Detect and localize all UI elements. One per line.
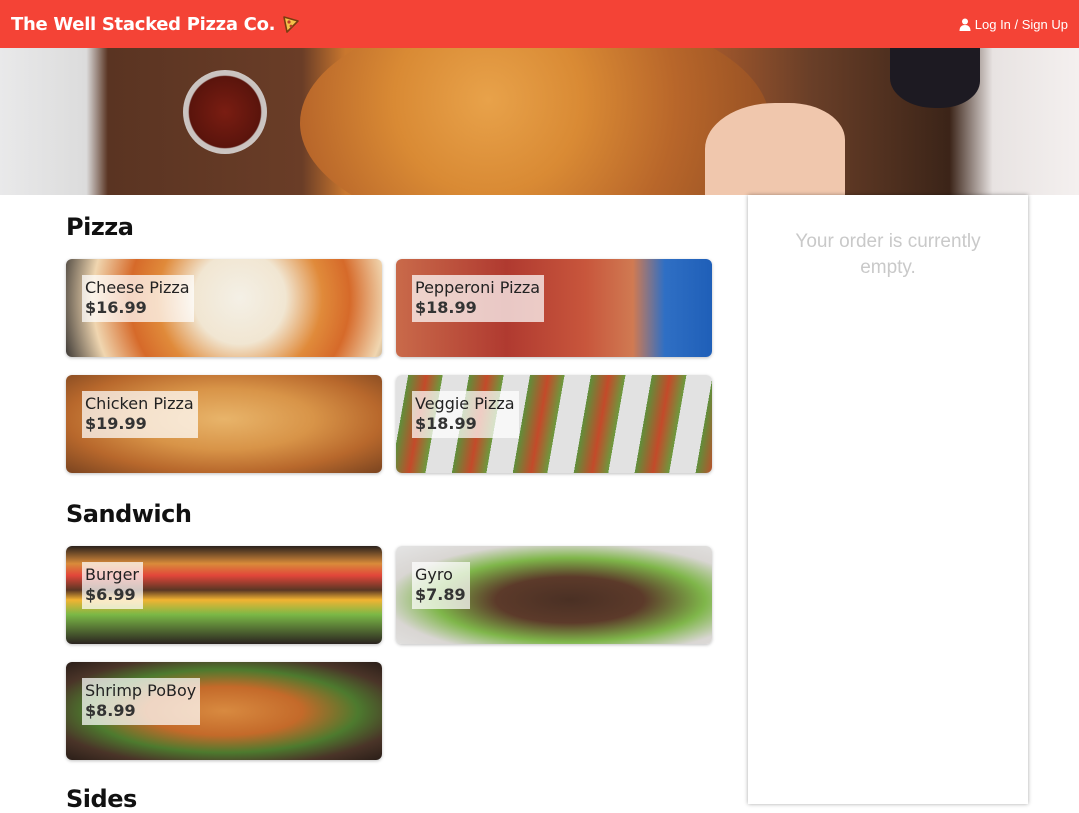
hero-hand-graphic (705, 103, 845, 195)
item-price: $6.99 (85, 585, 136, 604)
pizza-slice-icon (283, 16, 299, 33)
item-price: $19.99 (85, 414, 147, 433)
brand-name: The Well Stacked Pizza Co. (11, 13, 276, 35)
section-title: Sandwich (66, 500, 192, 528)
item-label: Shrimp PoBoy $8.99 (82, 678, 201, 725)
login-label: Log In / Sign Up (974, 16, 1068, 32)
item-name: Veggie Pizza (415, 394, 515, 413)
menu-item-cheese-pizza[interactable]: Cheese Pizza $16.99 (66, 259, 382, 357)
item-label: Chicken Pizza $19.99 (82, 391, 198, 438)
menu-section-sandwich: Sandwich Burger $6.99 Gyro $7.89 Shrimp … (66, 500, 716, 760)
item-name: Gyro (415, 565, 453, 584)
menu-item-veggie-pizza[interactable]: Veggie Pizza $18.99 (396, 375, 712, 473)
brand-link[interactable]: The Well Stacked Pizza Co. (11, 14, 301, 35)
item-name: Pepperoni Pizza (415, 278, 541, 297)
user-icon (959, 18, 971, 31)
item-label: Cheese Pizza $16.99 (82, 275, 194, 322)
menu-section-sides: Sides (66, 785, 716, 813)
item-price: $18.99 (415, 414, 477, 433)
menu-section-pizza: Pizza Cheese Pizza $16.99 Pepperoni Pizz… (66, 213, 716, 473)
item-price: $18.99 (415, 298, 477, 317)
item-price: $7.89 (415, 585, 466, 604)
item-label: Veggie Pizza $18.99 (412, 391, 519, 438)
item-price: $8.99 (85, 701, 136, 720)
item-label: Pepperoni Pizza $18.99 (412, 275, 545, 322)
menu-item-chicken-pizza[interactable]: Chicken Pizza $19.99 (66, 375, 382, 473)
order-empty-message: Your order is currently empty. (795, 231, 981, 278)
order-panel: Your order is currently empty. (748, 195, 1028, 804)
item-label: Burger $6.99 (82, 562, 143, 609)
item-name: Chicken Pizza (85, 394, 194, 413)
hero-sauce-cup-graphic (183, 70, 267, 154)
item-name: Shrimp PoBoy (85, 681, 197, 700)
hero-pizza-graphic (300, 48, 770, 195)
hero-pepper-graphic (890, 48, 980, 108)
menu-item-gyro[interactable]: Gyro $7.89 (396, 546, 712, 644)
item-price: $16.99 (85, 298, 147, 317)
top-navbar: The Well Stacked Pizza Co. Log In / Sign… (0, 0, 1079, 48)
item-label: Gyro $7.89 (412, 562, 470, 609)
menu-item-pepperoni-pizza[interactable]: Pepperoni Pizza $18.99 (396, 259, 712, 357)
section-title: Pizza (66, 213, 134, 241)
login-signup-link[interactable]: Log In / Sign Up (959, 17, 1068, 32)
hero-banner-image (0, 48, 1079, 195)
item-name: Burger (85, 565, 139, 584)
menu-item-burger[interactable]: Burger $6.99 (66, 546, 382, 644)
item-name: Cheese Pizza (85, 278, 190, 297)
section-title: Sides (66, 785, 137, 813)
menu-item-shrimp-poboy[interactable]: Shrimp PoBoy $8.99 (66, 662, 382, 760)
